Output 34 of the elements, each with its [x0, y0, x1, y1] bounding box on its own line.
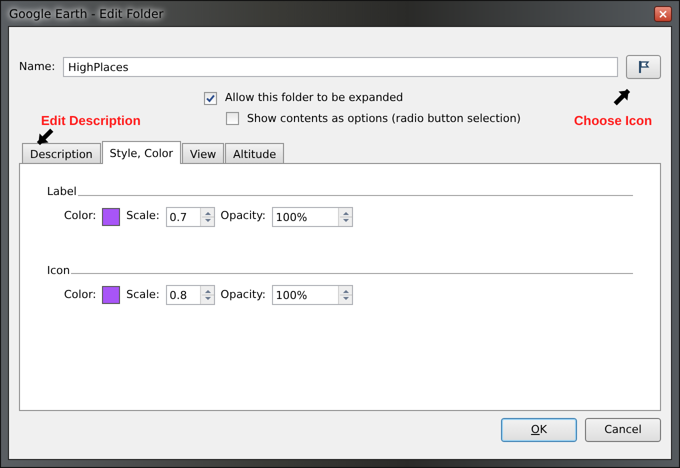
color-label: Color:	[64, 208, 96, 224]
tab[interactable]: Style, Color	[102, 141, 181, 164]
checkbox[interactable]	[204, 92, 217, 105]
arrow	[613, 86, 633, 106]
opacity-spinbox[interactable]: 100%	[272, 206, 353, 226]
group-title: Icon	[47, 262, 70, 278]
color-swatch[interactable]	[102, 286, 120, 304]
choose-icon-button[interactable]	[626, 55, 661, 79]
annotation-text: Edit Description	[41, 112, 141, 130]
group-title: Label	[47, 184, 77, 200]
arrow	[34, 128, 54, 148]
name-field[interactable]: HighPlaces	[63, 57, 618, 77]
opacity-label: Opacity:	[220, 208, 266, 224]
color-label: Color:	[64, 286, 96, 303]
ok-button[interactable]: OK	[501, 418, 577, 442]
name-label: Name:	[19, 58, 56, 75]
scale-spinbox[interactable]: 0.7	[166, 206, 215, 226]
tab[interactable]: Altitude	[225, 143, 284, 163]
opacity-label: Opacity:	[220, 286, 266, 303]
cancel-button[interactable]: Cancel	[585, 418, 661, 442]
tab[interactable]: View	[182, 143, 224, 163]
flag-icon	[638, 60, 650, 74]
annotation-text: Choose Icon	[574, 112, 652, 130]
window-title: Google Earth - Edit Folder	[8, 6, 164, 22]
opacity-spinbox[interactable]: 100%	[272, 285, 353, 305]
close-button[interactable]: ×	[654, 6, 672, 22]
checkbox-label: Allow this folder to be expanded	[225, 90, 404, 106]
scale-spinbox[interactable]: 0.8	[166, 285, 215, 305]
checkbox[interactable]	[226, 112, 239, 126]
scale-label: Scale:	[126, 208, 160, 224]
scale-label: Scale:	[126, 286, 160, 303]
checkbox-label: Show contents as options (radio button selection)	[247, 110, 521, 126]
color-swatch[interactable]	[102, 208, 120, 226]
tab[interactable]: Description	[22, 143, 101, 163]
